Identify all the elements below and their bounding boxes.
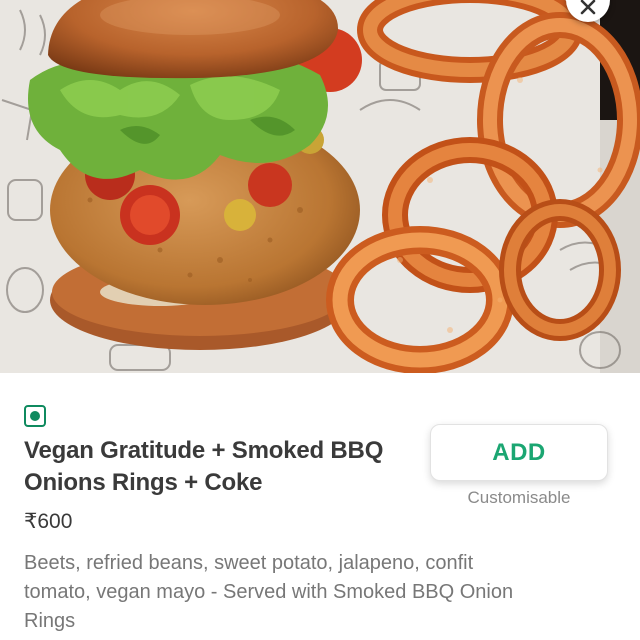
close-icon: [580, 0, 596, 15]
veg-icon: [24, 405, 46, 427]
item-description: Beets, refried beans, sweet potato, jala…: [24, 552, 514, 632]
customisable-label: Customisable: [467, 488, 571, 507]
veg-dot: [30, 411, 40, 421]
add-button[interactable]: ADD: [430, 424, 608, 481]
food-photo: [0, 0, 640, 373]
item-price: ₹600: [24, 510, 73, 533]
item-name: Vegan Gratitude + Smoked BBQ Onions Ring…: [24, 437, 384, 496]
burger-onion-rings-image: [0, 0, 640, 373]
